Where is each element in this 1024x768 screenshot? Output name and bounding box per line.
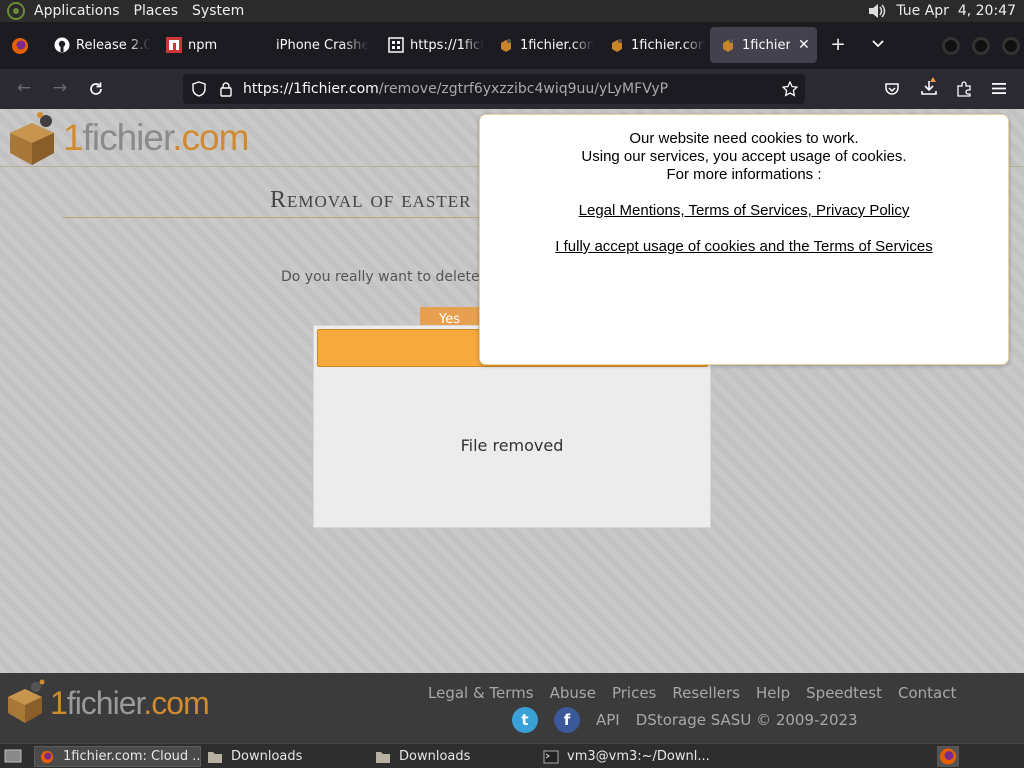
url-path: /remove/zgtrf6yxzzibc4wiq9uu/yLyMFVyP (378, 81, 669, 97)
pocket-icon[interactable] (884, 81, 900, 97)
footer-link-api[interactable]: API (596, 711, 620, 729)
footer-link-prices[interactable]: Prices (612, 684, 656, 702)
show-desktop-icon[interactable] (4, 748, 22, 764)
footer-logo[interactable]: 1fichier.com (50, 685, 210, 722)
lock-icon[interactable] (220, 81, 232, 97)
url-bar[interactable]: https://1fichier.com/remove/zgtrf6yxzzib… (183, 74, 805, 104)
taskbar-item-downloads-1[interactable]: Downloads (205, 746, 365, 767)
npm-icon (166, 37, 182, 53)
hamburger-menu-icon[interactable] (992, 82, 1006, 95)
volume-icon[interactable] (866, 1, 888, 21)
1fichier-favicon (612, 39, 622, 52)
footer-row-2: t f API DStorage SASU © 2009-2023 (512, 707, 858, 733)
1fichier-favicon (723, 39, 733, 52)
downloads-icon[interactable] (919, 76, 941, 98)
footer-link-abuse[interactable]: Abuse (550, 684, 596, 702)
applications-menu[interactable]: Applications (27, 0, 127, 22)
clock[interactable]: Tue Apr 4, 20:47 (888, 3, 1020, 19)
shield-icon[interactable] (192, 81, 206, 97)
terminal-icon (543, 750, 559, 763)
page-icon (388, 37, 404, 53)
facebook-icon[interactable]: f (554, 707, 580, 733)
footer-link-legal[interactable]: Legal & Terms (428, 684, 534, 702)
url-domain: https://1fichier.com (243, 81, 379, 97)
footer-copyright: DStorage SASU © 2009-2023 (635, 711, 858, 729)
accept-cookies-link[interactable]: I fully accept usage of cookies and the … (555, 238, 932, 255)
tab-iphone[interactable]: iPhone Crashe (276, 27, 372, 63)
page-title: Removal of easter (270, 187, 472, 213)
tab-release[interactable]: Release 2.0 (54, 27, 150, 63)
close-window-button[interactable] (1002, 37, 1020, 55)
tab-npm[interactable]: npm (166, 27, 256, 63)
footer-link-help[interactable]: Help (756, 684, 790, 702)
dialog-message: File removed (460, 436, 564, 455)
navigation-bar: ← → https://1fichier.com/remove/zgtrf6yx… (0, 69, 1024, 109)
cookie-line-1: Our website need cookies to work. (629, 130, 859, 147)
cookie-line-2: Using our services, you accept usage of … (581, 148, 907, 165)
system-menu[interactable]: System (185, 0, 251, 22)
cookie-notice: Our website need cookies to work. Using … (479, 114, 1009, 365)
tab-1fichier-b[interactable]: 1fichier.com (609, 27, 705, 63)
folder-icon (376, 751, 390, 763)
cookie-line-3: For more informations : (666, 166, 822, 183)
tab-1fichier-url[interactable]: https://1fich (388, 27, 484, 63)
firefox-view-icon[interactable] (11, 37, 29, 55)
footer-link-contact[interactable]: Contact (898, 684, 956, 702)
legal-mentions-link[interactable]: Legal Mentions, Terms of Services, Priva… (579, 202, 910, 219)
twitter-icon[interactable]: t (512, 707, 538, 733)
minimize-window-button[interactable] (942, 37, 960, 55)
top-panel: Applications Places System Tue Apr 4, 20… (0, 0, 1024, 22)
1fichier-logo-box-icon[interactable] (6, 679, 48, 725)
taskbar-item-terminal[interactable]: vm3@vm3:~/Downl... (541, 746, 711, 767)
tab-1fichier-a[interactable]: 1fichier.com (498, 27, 594, 63)
site-footer: 1fichier.com Legal & Terms Abuse Prices … (0, 673, 1024, 743)
tab-1fichier-active[interactable]: 1fichier. ✕ (710, 27, 817, 63)
places-menu[interactable]: Places (127, 0, 186, 22)
list-all-tabs-chevron-icon[interactable] (871, 39, 885, 49)
bookmark-star-icon[interactable] (782, 81, 798, 97)
1fichier-favicon (501, 39, 511, 52)
folder-icon (208, 751, 222, 763)
tab-bar: Release 2.0 npm iPhone Crashe https://1f… (0, 22, 1024, 69)
firefox-icon (40, 750, 54, 763)
taskbar: 1fichier.com: Cloud ... Downloads Downlo… (0, 743, 1024, 768)
delete-question: Do you really want to delete th (281, 269, 499, 285)
1fichier-logo-box-icon[interactable] (6, 111, 62, 167)
firefox-workspace-icon[interactable] (937, 746, 959, 767)
taskbar-item-firefox[interactable]: 1fichier.com: Cloud ... (34, 746, 201, 767)
footer-link-speedtest[interactable]: Speedtest (806, 684, 882, 702)
page-content: 1fichier.com Removal of easter Do you re… (0, 109, 1024, 673)
close-tab-icon[interactable]: ✕ (798, 37, 810, 53)
github-icon (54, 37, 70, 53)
taskbar-item-downloads-2[interactable]: Downloads (373, 746, 533, 767)
extensions-icon[interactable] (956, 81, 972, 97)
footer-link-resellers[interactable]: Resellers (672, 684, 740, 702)
new-tab-button[interactable]: + (828, 34, 848, 55)
footer-links: Legal & Terms Abuse Prices Resellers Hel… (428, 684, 972, 702)
back-button[interactable]: ← (12, 78, 36, 98)
maximize-window-button[interactable] (972, 37, 990, 55)
url-text[interactable]: https://1fichier.com/remove/zgtrf6yxzzib… (243, 81, 668, 97)
site-logo[interactable]: 1fichier.com (63, 117, 249, 159)
forward-button[interactable]: → (48, 78, 72, 98)
gnome-foot-icon[interactable] (7, 2, 25, 20)
reload-icon[interactable] (88, 81, 104, 97)
